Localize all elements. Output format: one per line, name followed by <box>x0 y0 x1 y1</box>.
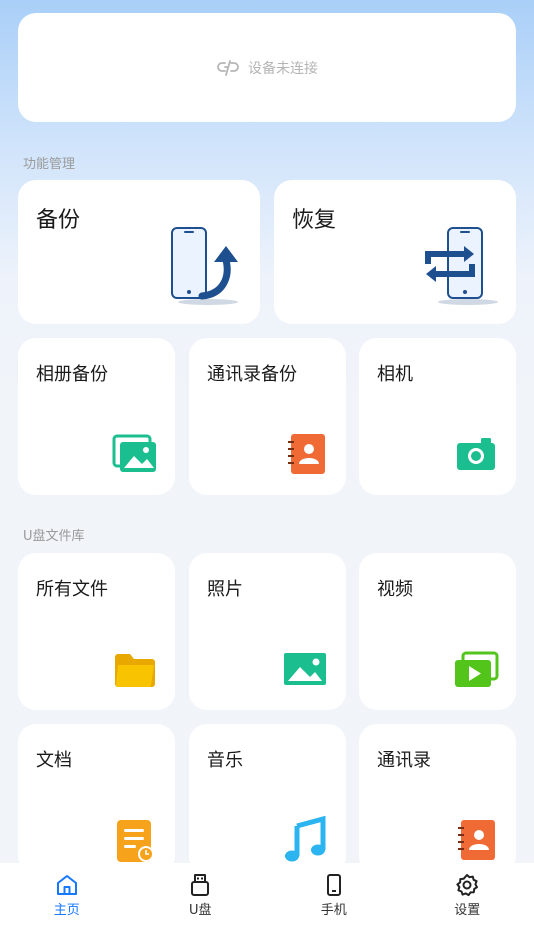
nav-udisk-label: U盘 <box>188 903 212 918</box>
camera-title: 相机 <box>377 364 413 385</box>
nav-home-label: 主页 <box>53 903 80 918</box>
gear-icon <box>456 874 479 897</box>
phone-icon <box>326 874 341 896</box>
music-card[interactable]: 音乐 <box>189 724 346 874</box>
nav-udisk[interactable]: U盘 <box>134 863 268 927</box>
all-files-card[interactable]: 所有文件 <box>18 553 175 710</box>
music-title: 音乐 <box>207 750 243 771</box>
folder-icon <box>115 654 155 687</box>
restore-card[interactable]: 恢复 <box>274 180 516 324</box>
all-files-title: 所有文件 <box>36 579 108 600</box>
nav-phone[interactable]: 手机 <box>267 863 401 927</box>
contacts-backup-title: 通讯录备份 <box>207 364 297 385</box>
document-icon <box>117 820 154 862</box>
section-label-udisk: U盘文件库 <box>23 529 85 544</box>
photos-title: 照片 <box>207 579 243 600</box>
image-icon <box>284 653 326 685</box>
nav-phone-label: 手机 <box>320 903 347 918</box>
contacts-book-icon <box>288 434 325 474</box>
device-status-card[interactable]: 设备未连接 <box>18 13 516 122</box>
album-icon <box>112 434 156 472</box>
videos-card[interactable]: 视频 <box>359 553 516 710</box>
section-label-functions: 功能管理 <box>23 157 76 172</box>
contacts-book-icon <box>458 820 495 860</box>
nav-settings-label: 设置 <box>454 903 481 918</box>
restore-title: 恢复 <box>292 208 337 233</box>
album-backup-title: 相册备份 <box>36 364 108 385</box>
nav-home[interactable]: 主页 <box>0 863 134 927</box>
album-backup-card[interactable]: 相册备份 <box>18 338 175 495</box>
contacts-title: 通讯录 <box>377 750 431 771</box>
nav-settings[interactable]: 设置 <box>401 863 534 927</box>
bottom-nav: 主页 U盘 手机 设置 <box>0 863 534 927</box>
photos-card[interactable]: 照片 <box>189 553 346 710</box>
music-note-icon <box>285 816 326 862</box>
phone-backup-icon <box>171 227 238 305</box>
documents-card[interactable]: 文档 <box>18 724 175 874</box>
camera-card[interactable]: 相机 <box>359 338 516 495</box>
video-icon <box>455 651 499 687</box>
device-status-text: 设备未连接 <box>248 60 318 77</box>
usb-drive-icon <box>191 874 210 896</box>
home-icon <box>56 875 77 895</box>
documents-title: 文档 <box>36 750 72 771</box>
backup-title: 备份 <box>36 208 81 233</box>
contacts-card[interactable]: 通讯录 <box>359 724 516 874</box>
contacts-backup-card[interactable]: 通讯录备份 <box>189 338 346 495</box>
videos-title: 视频 <box>377 579 413 600</box>
disconnected-link-icon <box>217 59 239 76</box>
camera-icon <box>457 438 495 470</box>
backup-card[interactable]: 备份 <box>18 180 260 324</box>
phone-restore-icon <box>425 227 498 305</box>
